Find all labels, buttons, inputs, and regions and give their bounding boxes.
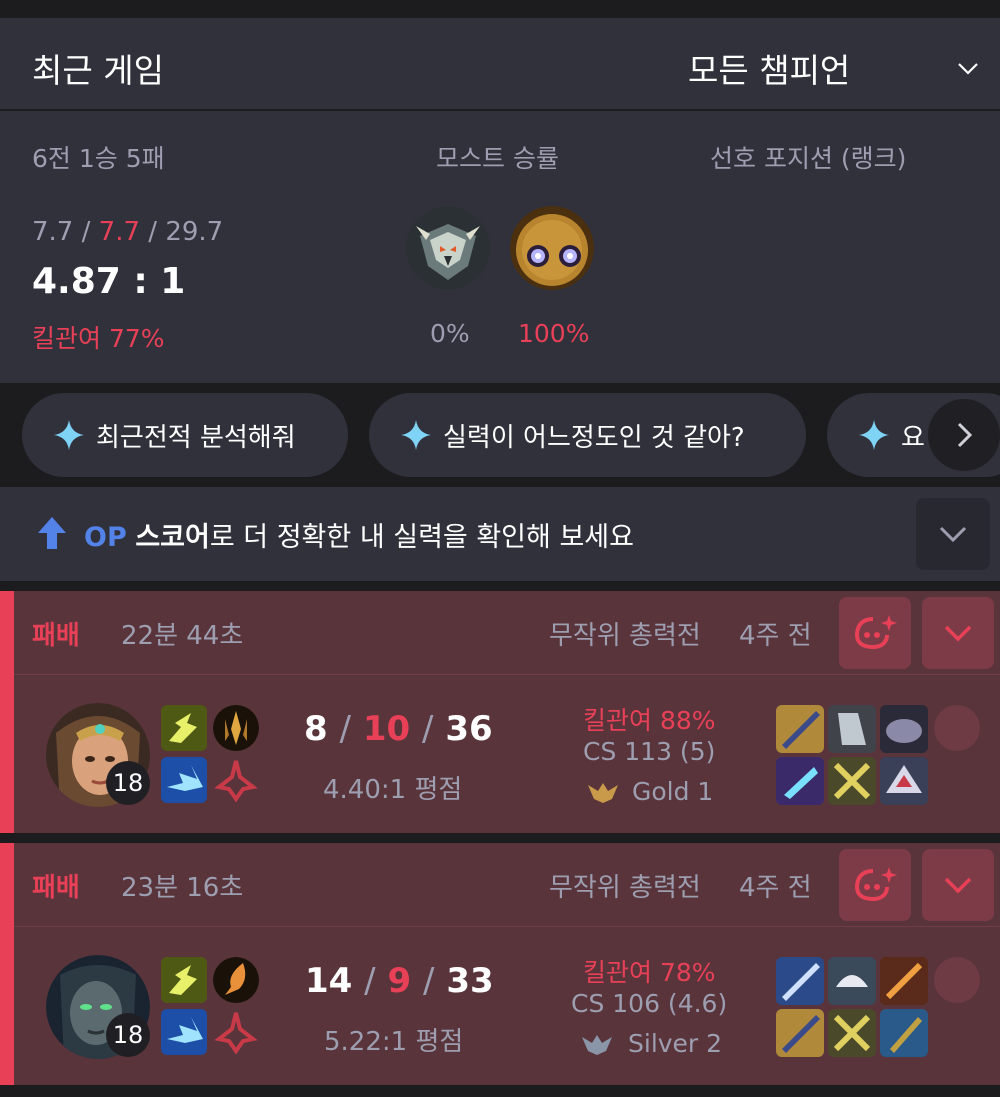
time-ago: 4주 전 (739, 873, 812, 903)
sparkle-icon (401, 420, 431, 450)
most-champion-winrate: 100% (518, 319, 590, 348)
suggestion-chip[interactable]: 실력이 어느정도인 것 같아? (369, 393, 806, 477)
item-icon[interactable] (880, 705, 928, 753)
match-kda: 14 / 9 / 33 (305, 961, 494, 1001)
ward-slot (934, 957, 980, 1003)
recent-summary: 6전 1승 5패 7.7 / 7.7 / 29.7 4.87 : 1 킬관여 7… (0, 111, 1000, 383)
match-kda-ratio: 4.40:1 평점 (323, 775, 463, 805)
chevron-right-icon (957, 422, 973, 448)
expand-match-button[interactable] (922, 849, 994, 921)
match-card[interactable]: 패배 22분 44초 무작위 총력전 4주 전 18 8 / 10 / 36 4… (0, 591, 1000, 833)
win-loss-record: 6전 1승 5패 (32, 144, 165, 173)
most-champion-icon[interactable] (510, 206, 594, 290)
scroll-right-button[interactable] (928, 399, 1000, 471)
match-cs: CS 113 (5) (583, 737, 716, 766)
match-result: 패배 (32, 873, 80, 903)
gold-tier-icon (588, 783, 618, 803)
keystone-rune-icon[interactable] (213, 705, 259, 751)
match-kill-participation: 킬관여 88% (583, 706, 716, 735)
champion-level: 18 (106, 761, 150, 805)
silver-tier-icon (582, 1035, 612, 1055)
sparkle-icon (859, 420, 889, 450)
average-kda: 7.7 / 7.7 / 29.7 (32, 217, 224, 247)
kill-participation: 킬관여 77% (32, 324, 165, 353)
flash-spell-icon[interactable] (161, 1009, 207, 1055)
ai-bot-icon (854, 615, 897, 650)
match-kda-ratio: 5.22:1 평점 (324, 1027, 464, 1057)
most-champion-winrate: 0% (430, 319, 470, 348)
match-card[interactable]: 패배 23분 16초 무작위 총력전 4주 전 18 14 / 9 / 33 5… (0, 843, 1000, 1085)
item-icon[interactable] (880, 957, 928, 1005)
sparkle-icon (54, 420, 84, 450)
op-score-text: OP 스코어로 더 정확한 내 실력을 확인해 보세요 (84, 522, 634, 553)
arrow-up-icon (38, 517, 66, 549)
op-score-banner[interactable]: OP 스코어로 더 정확한 내 실력을 확인해 보세요 (0, 487, 1000, 581)
ghost-spell-icon[interactable] (161, 705, 207, 751)
top-strip (0, 0, 1000, 18)
item-icon[interactable] (828, 957, 876, 1005)
game-mode: 무작위 총력전 (549, 621, 701, 651)
recent-games-header: 최근 게임 모든 챔피언 (0, 18, 1000, 110)
secondary-rune-icon[interactable] (213, 757, 259, 803)
game-mode: 무작위 총력전 (549, 873, 701, 903)
chevron-down-icon[interactable] (956, 56, 980, 80)
preferred-position-label: 선호 포지션 (랭크) (710, 144, 907, 173)
suggestion-chip[interactable]: 최근전적 분석해줘 (22, 393, 348, 477)
match-tier: Gold 1 (586, 777, 713, 806)
loss-indicator (0, 591, 14, 833)
ward-slot (934, 705, 980, 751)
secondary-rune-icon[interactable] (213, 1009, 259, 1055)
item-icon[interactable] (776, 1009, 824, 1057)
keystone-rune-icon[interactable] (213, 957, 259, 1003)
chevron-down-icon (939, 526, 967, 543)
loss-indicator (0, 843, 14, 1085)
item-icon[interactable] (880, 1009, 928, 1057)
flash-spell-icon[interactable] (161, 757, 207, 803)
ai-bot-icon (854, 867, 897, 902)
ai-analysis-button[interactable] (839, 597, 911, 669)
item-icon[interactable] (776, 757, 824, 805)
match-duration: 23분 16초 (121, 873, 244, 903)
match-result: 패배 (32, 621, 80, 651)
ghost-spell-icon[interactable] (161, 957, 207, 1003)
champion-level: 18 (106, 1013, 150, 1057)
kda-ratio: 4.87 : 1 (32, 261, 186, 302)
time-ago: 4주 전 (739, 621, 812, 651)
section-title: 최근 게임 (32, 51, 164, 90)
item-icon[interactable] (828, 757, 876, 805)
expand-match-button[interactable] (922, 597, 994, 669)
item-icon[interactable] (776, 957, 824, 1005)
most-winrate-label: 모스트 승률 (436, 144, 559, 173)
match-duration: 22분 44초 (121, 621, 244, 651)
most-champion-icon[interactable] (406, 206, 490, 290)
match-cs: CS 106 (4.6) (571, 989, 728, 1018)
match-kill-participation: 킬관여 78% (583, 958, 716, 987)
expand-button[interactable] (916, 498, 990, 570)
item-icon[interactable] (776, 705, 824, 753)
item-icon[interactable] (828, 705, 876, 753)
chevron-down-icon (944, 625, 972, 642)
ai-suggestion-chips: 최근전적 분석해줘 실력이 어느정도인 것 같아? 요 (0, 383, 1000, 487)
chevron-down-icon (944, 877, 972, 894)
match-tier: Silver 2 (580, 1029, 722, 1058)
match-kda: 8 / 10 / 36 (304, 709, 493, 749)
item-icon[interactable] (828, 1009, 876, 1057)
ai-analysis-button[interactable] (839, 849, 911, 921)
item-icon[interactable] (880, 757, 928, 805)
champion-filter-select[interactable]: 모든 챔피언 (688, 44, 850, 92)
